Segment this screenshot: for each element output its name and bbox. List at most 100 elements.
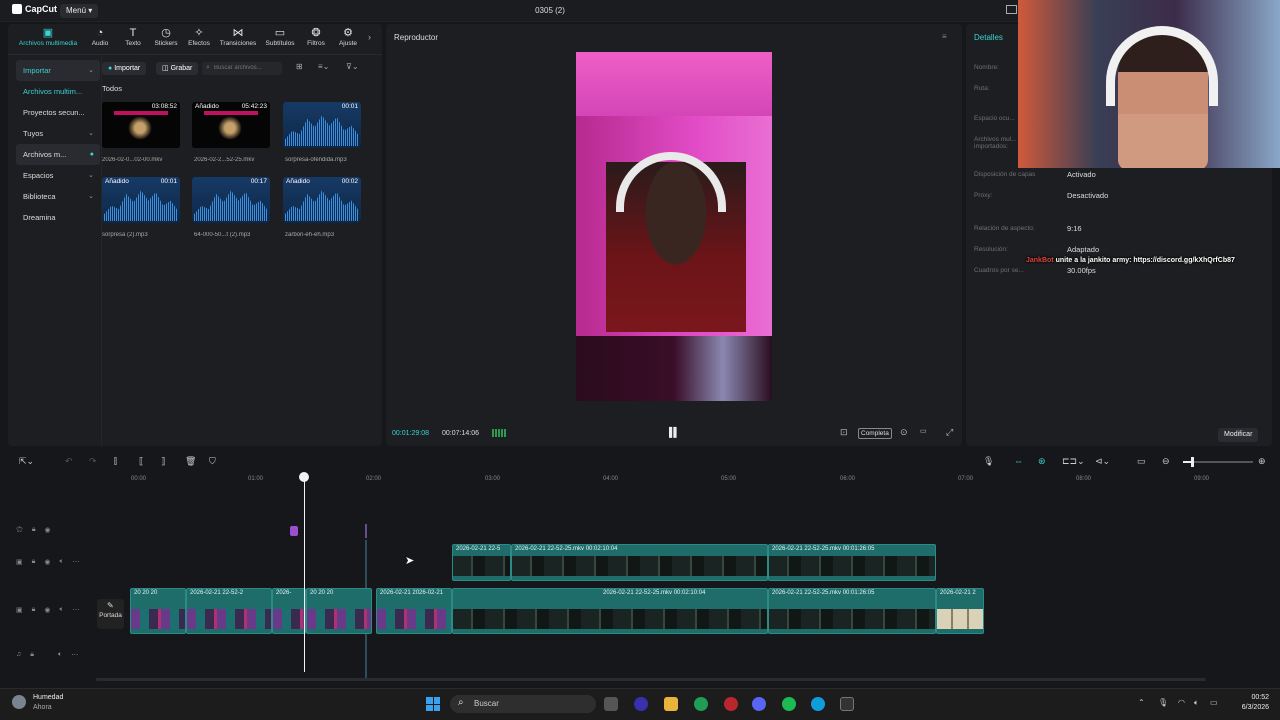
eye-icon[interactable]: ◉ (45, 526, 51, 534)
weather-icon[interactable] (12, 695, 26, 709)
delete-icon[interactable]: 🗑 (185, 456, 196, 467)
tool-text[interactable]: T Texto (115, 27, 151, 47)
split-left-icon[interactable]: ⟦ (139, 456, 143, 467)
video-preview[interactable] (576, 52, 772, 401)
nav-archives[interactable]: Archivos m... ● (16, 144, 100, 165)
chevron-right-icon[interactable]: › (368, 32, 371, 42)
record-button[interactable]: ◫ Grabar (156, 62, 199, 75)
timeline-clip[interactable]: 20 20 20 (306, 588, 372, 634)
volume-icon[interactable]: 🔈︎ (1194, 698, 1199, 708)
media-item[interactable]: 03:08:52 (102, 102, 180, 148)
select-tool-icon[interactable]: ⇱⌄ (19, 456, 34, 467)
tool-subtitles[interactable]: ▭ Subtítulos (262, 27, 298, 47)
file-explorer-icon[interactable] (664, 697, 678, 711)
tool-transitions[interactable]: ⋈ Transiciones (218, 27, 258, 47)
speaker-icon[interactable]: 🔈︎ (59, 558, 63, 566)
split-icon[interactable]: ⫿ (114, 456, 117, 467)
preview-axis-icon[interactable]: ⊏⊐⌄ (1062, 456, 1085, 467)
playhead[interactable] (304, 474, 305, 672)
speaker-icon[interactable]: 🔈︎ (59, 606, 63, 614)
nav-import[interactable]: Importar ⌄ (16, 60, 100, 81)
more-icon[interactable]: ⋯ (73, 606, 80, 614)
tool-audio[interactable]: ◔ Audio (82, 27, 118, 47)
microphone-icon[interactable]: 🎙 (983, 456, 994, 467)
microphone-icon[interactable]: 🎙 (1158, 698, 1168, 707)
layout-icon[interactable] (1006, 5, 1017, 14)
timeline-clip[interactable]: 2026-02-21 22-52-25.mkv 00:01:26:05 (768, 544, 936, 581)
lock-icon[interactable]: 🔒︎ (32, 526, 36, 534)
wifi-icon[interactable]: ◠ (1178, 698, 1185, 707)
lock-icon[interactable]: 🔒︎ (32, 558, 36, 566)
ratio-button[interactable]: Completa (858, 428, 892, 439)
timeline-clip[interactable]: 20 20 20 (130, 588, 186, 634)
timeline-clip[interactable]: 2026-02-21 22-52-25.mkv 00:02:10:04 (511, 544, 768, 581)
undo-icon[interactable]: ↶ (65, 456, 73, 467)
eye-icon[interactable]: ◉ (44, 606, 50, 614)
tool-adjust[interactable]: ⚙ Ajuste (330, 27, 366, 47)
cover-button[interactable]: ✎ Portada (97, 599, 124, 629)
windows-start-icon[interactable] (426, 697, 440, 711)
timeline-clip[interactable]: 2026-02-21 2 (936, 588, 984, 634)
redo-icon[interactable]: ↷ (89, 456, 97, 467)
timeline-ruler[interactable] (96, 473, 1280, 487)
timeline-clip[interactable]: 2026-02-21 2026-02-21 (376, 588, 452, 634)
tool-stickers[interactable]: ◷ Stickers (148, 27, 184, 47)
nav-spaces[interactable]: Espacios ⌄ (16, 165, 100, 186)
app-icon[interactable] (724, 697, 738, 711)
media-item[interactable]: Añadido 00:01 (102, 177, 180, 223)
timeline-scrollbar[interactable] (96, 678, 1206, 681)
filter-icon[interactable]: ⊽⌄ (346, 62, 359, 71)
tool-filters[interactable]: ❂ Filtros (298, 27, 334, 47)
timeline-clip[interactable]: 2026-02-21 22-52-25.mkv 00:01:26:05 (768, 588, 936, 634)
playhead-handle[interactable] (299, 472, 309, 482)
caption-icon[interactable]: ▭ (1137, 456, 1146, 467)
nav-yours[interactable]: Tuyos ⌄ (16, 123, 100, 144)
quality-icon[interactable]: ▭ (920, 427, 927, 435)
zoom-out-icon[interactable]: ⊖ (1162, 456, 1170, 467)
nav-media-files[interactable]: Archivos multim... (16, 81, 100, 102)
crop-icon[interactable]: ⊡ (840, 427, 848, 438)
spotify-icon[interactable] (782, 697, 796, 711)
taskbar-search[interactable]: Buscar (450, 695, 596, 713)
media-item[interactable]: Añadido 05:42:23 (192, 102, 270, 148)
chevron-up-icon[interactable]: ⌃ (1138, 698, 1145, 707)
timeline-clip[interactable]: 2026-02-21 22-52-25.mkv 00:02:10:04 (452, 588, 768, 634)
sort-icon[interactable]: ≡⌄ (318, 62, 329, 71)
modify-button[interactable]: Modificar (1218, 428, 1259, 442)
discord-icon[interactable] (752, 697, 766, 711)
timeline-clip[interactable]: 2026-02-21 22-5 (452, 544, 511, 581)
menu-icon[interactable]: ≡ (942, 32, 947, 41)
link-icon[interactable]: ⇔ (1014, 456, 1023, 466)
chrome-icon[interactable] (694, 697, 708, 711)
timeline-clip[interactable]: 2026- (272, 588, 306, 634)
search-input[interactable] (202, 62, 282, 75)
edge-icon[interactable] (811, 697, 825, 711)
snap-icon[interactable]: ⊲⌄ (1095, 456, 1110, 467)
eye-icon[interactable]: ◉ (44, 558, 50, 566)
nav-library[interactable]: Biblioteca ⌄ (16, 186, 100, 207)
fullscreen-icon[interactable]: ⤢ (946, 427, 953, 438)
lock-icon[interactable]: 🔒︎ (30, 651, 34, 659)
system-clock[interactable]: 00:52 6/3/2026 (1225, 693, 1269, 713)
weather-widget[interactable]: Humedad Ahora (33, 693, 63, 713)
obs-icon[interactable] (634, 697, 648, 711)
more-icon[interactable]: ⋯ (73, 558, 80, 566)
import-button[interactable]: ● Importar (102, 62, 147, 75)
shield-icon[interactable]: ⛉ (209, 456, 216, 467)
effect-clip[interactable] (290, 526, 298, 536)
tool-media[interactable]: ▣ Archivos multimedia (12, 27, 84, 47)
task-view-icon[interactable] (604, 697, 618, 711)
nav-dreamina[interactable]: Dreamina (16, 207, 100, 228)
battery-icon[interactable]: ▭ (1210, 698, 1218, 707)
nav-sub-projects[interactable]: Proyectos secun... (16, 102, 100, 123)
speaker-icon[interactable]: 🔈︎ (58, 651, 62, 659)
split-right-icon[interactable]: ⟧ (161, 456, 165, 467)
lock-icon[interactable]: 🔒︎ (32, 606, 36, 614)
zoom-slider-handle[interactable] (1191, 457, 1194, 467)
grid-view-icon[interactable]: ⊞ (296, 62, 303, 71)
media-item[interactable]: Añadido 00:02 (283, 177, 361, 223)
tool-effects[interactable]: ✧ Efectos (181, 27, 217, 47)
zoom-in-icon[interactable]: ⊕ (1258, 456, 1266, 467)
pause-button[interactable]: ▌▌ (669, 427, 680, 437)
media-item[interactable]: 00:01 (283, 102, 361, 148)
